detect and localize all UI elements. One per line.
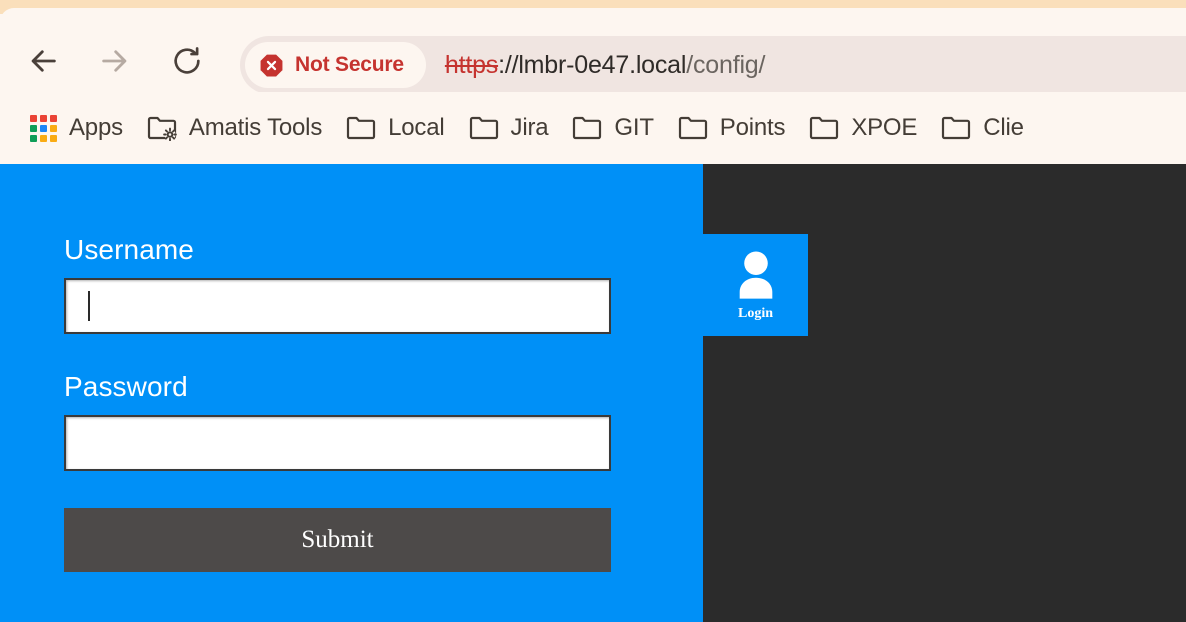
page-viewport: Username Password Submit Login	[0, 164, 1186, 622]
browser-toolbar: Not Secure https://lmbr-0e47.local/confi…	[0, 14, 1186, 94]
bookmark-label: Points	[719, 114, 786, 141]
reload-icon	[174, 47, 200, 74]
tab-strip	[0, 0, 1186, 22]
reload-button[interactable]	[164, 38, 210, 84]
bookmarks-bar: Apps Amatis Tools Local Jira GIT Points …	[0, 92, 1186, 164]
login-panel: Username Password Submit	[0, 164, 703, 622]
text-caret	[88, 291, 90, 321]
security-status-label: Not Secure	[295, 53, 404, 76]
password-input[interactable]	[64, 415, 611, 471]
bookmark-label: Amatis Tools	[188, 114, 323, 141]
bookmark-label: Jira	[510, 114, 549, 141]
url-separator: ://	[498, 50, 519, 79]
person-icon	[739, 251, 772, 299]
address-bar[interactable]: Not Secure https://lmbr-0e47.local/confi…	[240, 36, 1186, 94]
folder-icon	[469, 116, 498, 140]
browser-window: Not Secure https://lmbr-0e47.local/confi…	[0, 0, 1186, 622]
security-status-badge[interactable]: Not Secure	[245, 42, 426, 88]
octagon-x-icon	[260, 54, 283, 76]
arrow-right-icon	[102, 50, 127, 72]
folder-icon	[810, 116, 839, 140]
bookmark-apps[interactable]: Apps	[18, 108, 135, 148]
bookmark-clients[interactable]: Clie	[929, 108, 1036, 148]
folder-gear-icon	[147, 116, 177, 141]
arrow-left-icon	[31, 50, 56, 72]
bookmark-jira[interactable]: Jira	[457, 108, 561, 148]
bookmark-label: XPOE	[851, 114, 918, 141]
folder-icon	[942, 116, 971, 140]
folder-icon	[678, 116, 707, 140]
bookmark-label: Apps	[69, 114, 123, 141]
login-tile-label: Login	[737, 306, 773, 321]
submit-button[interactable]: Submit	[64, 508, 611, 572]
username-label: Username	[64, 234, 194, 265]
bookmark-xpoe[interactable]: XPOE	[797, 108, 929, 148]
url-scheme: https	[444, 50, 499, 79]
password-label: Password	[64, 371, 188, 402]
url-host: lmbr-0e47.local	[518, 50, 687, 79]
bookmark-label: Local	[388, 114, 445, 141]
bookmark-points[interactable]: Points	[666, 108, 798, 148]
bookmark-local[interactable]: Local	[334, 108, 456, 148]
folder-icon	[347, 116, 376, 140]
login-tile[interactable]: Login	[703, 234, 808, 336]
apps-grid-icon	[30, 114, 57, 142]
bookmark-label: GIT	[614, 114, 654, 141]
url-path: /config/	[686, 50, 766, 79]
folder-icon	[573, 116, 602, 140]
bookmark-git[interactable]: GIT	[560, 108, 665, 148]
back-button[interactable]	[20, 38, 66, 84]
bookmark-amatis-tools[interactable]: Amatis Tools	[135, 108, 334, 148]
forward-button[interactable]	[92, 38, 138, 84]
username-input[interactable]	[64, 278, 611, 334]
url-text[interactable]: https://lmbr-0e47.local/config/	[444, 50, 766, 80]
bookmark-label: Clie	[983, 114, 1024, 141]
